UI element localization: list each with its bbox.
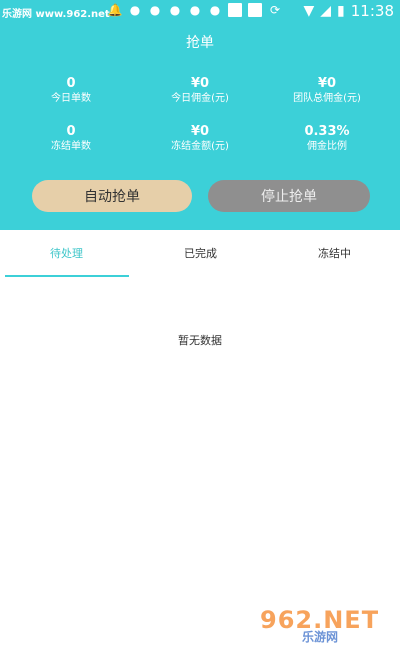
battery-icon: ▮ (337, 3, 345, 19)
status-right: ▼ ◢ ▮ 11:38 (303, 2, 394, 20)
tab-frozen[interactable]: 冻结中 (318, 245, 351, 261)
stat-frozen-amount: ¥0 冻结金额(元) (135, 124, 265, 154)
tab-active-indicator (5, 275, 129, 277)
stat-commission-rate: 0.33% 佣金比例 (262, 124, 392, 154)
penguin-icon: ● (169, 3, 181, 17)
stat-label: 冻结金额(元) (171, 141, 229, 152)
page-title: 抢单 (186, 35, 214, 51)
sync-icon: ⟳ (269, 3, 281, 17)
wifi-icon: ▼ (303, 3, 315, 19)
tab-bar: 待处理 已完成 冻结中 (0, 230, 400, 278)
image-icon (228, 3, 242, 17)
penguin-icon: ● (129, 3, 141, 17)
tab-pending[interactable]: 待处理 (50, 245, 83, 261)
signal-icon: ◢ (320, 3, 332, 19)
tab-completed[interactable]: 已完成 (184, 245, 217, 261)
auto-grab-button[interactable]: 自动抢单 (32, 180, 192, 212)
stat-value: 0 (66, 76, 76, 91)
stat-label: 团队总佣金(元) (293, 93, 361, 104)
stat-team-commission: ¥0 团队总佣金(元) (262, 76, 392, 106)
image-icon (248, 3, 262, 17)
bell-icon: 🔔 (107, 3, 123, 17)
stat-label: 今日佣金(元) (171, 93, 229, 104)
stat-label: 今日单数 (51, 93, 91, 104)
empty-state: 暂无数据 (178, 334, 222, 347)
stat-today-orders: 0 今日单数 (6, 76, 136, 106)
stat-value: ¥0 (317, 76, 337, 91)
status-icons: 🔔 ● ● ● ● ● ⟳ (108, 3, 282, 17)
penguin-icon: ● (149, 3, 161, 17)
stat-value: 0 (66, 124, 76, 139)
stat-value: 0.33% (304, 124, 350, 139)
stat-value: ¥0 (190, 76, 210, 91)
watermark-top: 乐游网 www.962.net (2, 9, 110, 20)
stat-label: 冻结单数 (51, 141, 91, 152)
status-bar: 乐游网 www.962.net 🔔 ● ● ● ● ● ⟳ ▼ ◢ ▮ 11:3… (0, 0, 400, 24)
stat-today-commission: ¥0 今日佣金(元) (135, 76, 265, 106)
header: 乐游网 www.962.net 🔔 ● ● ● ● ● ⟳ ▼ ◢ ▮ 11:3… (0, 0, 400, 230)
watermark-logo: 962.NET 乐游网 (260, 606, 390, 646)
stat-frozen-orders: 0 冻结单数 (6, 124, 136, 154)
clock: 11:38 (350, 2, 394, 20)
penguin-icon: ● (189, 3, 201, 17)
penguin-icon: ● (209, 3, 221, 17)
stop-grab-button[interactable]: 停止抢单 (208, 180, 370, 212)
stat-label: 佣金比例 (307, 141, 347, 152)
stat-value: ¥0 (190, 124, 210, 139)
